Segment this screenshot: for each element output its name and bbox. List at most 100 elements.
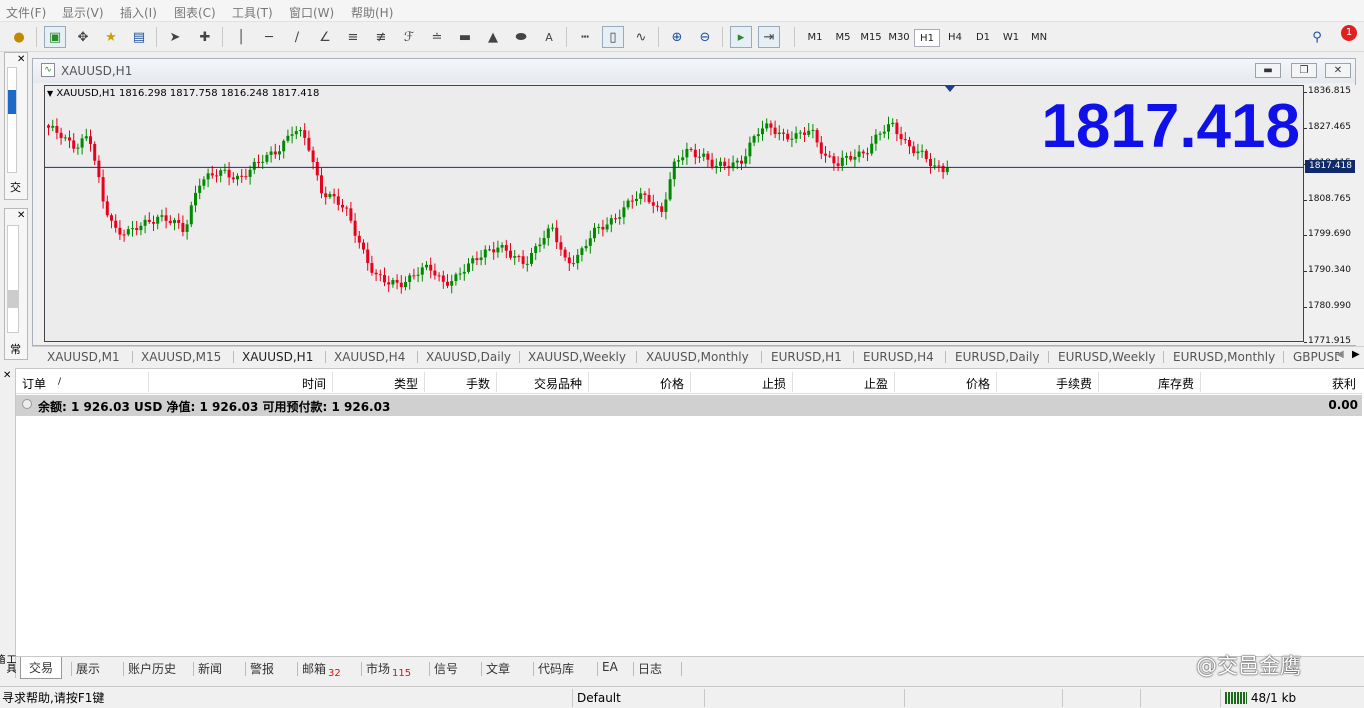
terminal-tab[interactable]: 日志	[638, 660, 662, 677]
crosshair-icon[interactable]: ✚	[194, 26, 216, 48]
terminal-tab[interactable]: 警报	[250, 660, 274, 677]
crosshair-move-icon[interactable]: ✥	[72, 26, 94, 48]
chart-tab[interactable]: GBPUSD	[1293, 350, 1339, 364]
zoom-out-icon[interactable]: ⊖	[694, 26, 716, 48]
triangle-icon[interactable]: ▲	[482, 26, 504, 48]
terminal-close-icon[interactable]: ✕	[3, 370, 11, 381]
close-button[interactable]: ✕	[1325, 63, 1351, 78]
line-chart-icon[interactable]: ∿	[630, 26, 652, 48]
timeframe-mn[interactable]: MN	[1026, 29, 1052, 47]
minimize-button[interactable]: ▬	[1255, 63, 1281, 78]
terminal-tab[interactable]: 账户历史	[128, 660, 176, 677]
col-price[interactable]: 价格	[660, 375, 684, 392]
angle-line-icon[interactable]: ∠	[314, 26, 336, 48]
new-order-icon[interactable]: ●	[8, 26, 30, 48]
terminal-tab[interactable]: 新闻	[198, 660, 222, 677]
fibo-fan-icon[interactable]: ℱ	[398, 26, 420, 48]
chart-shift-marker[interactable]	[945, 86, 955, 92]
chart-tab-active[interactable]: XAUUSD,H1	[242, 350, 313, 364]
timeframe-m5[interactable]: M5	[830, 29, 856, 47]
timeframe-h1[interactable]: H1	[914, 29, 940, 47]
col-sort[interactable]: /	[58, 377, 61, 387]
favorites-icon[interactable]: ★	[100, 26, 122, 48]
chart-shift-icon[interactable]: ⇥	[758, 26, 780, 48]
autoscroll-icon[interactable]: ▸	[730, 26, 752, 48]
col-tp[interactable]: 止盈	[864, 375, 888, 392]
chart-tab[interactable]: EURUSD,H1	[771, 350, 842, 364]
menu-view[interactable]: 显示(V)	[62, 4, 104, 21]
terminal-tab[interactable]: 展示	[76, 660, 100, 677]
col-commission[interactable]: 手续费	[1056, 375, 1092, 392]
search-icon[interactable]: ⚲	[1306, 26, 1328, 48]
dropdown-triangle-icon[interactable]: ▼	[47, 89, 53, 98]
chart-tab[interactable]: XAUUSD,Monthly	[646, 350, 749, 364]
menu-tools[interactable]: 工具(T)	[232, 4, 273, 21]
balance-row[interactable]: 余额: 1 926.03 USD 净值: 1 926.03 可用预付款: 1 9…	[16, 395, 1362, 416]
col-current-price[interactable]: 价格	[966, 375, 990, 392]
channel-icon[interactable]: ≡	[342, 26, 364, 48]
navigator-scrollbar[interactable]	[7, 67, 17, 173]
vertical-line-icon[interactable]: │	[230, 26, 252, 48]
chart-tab[interactable]: XAUUSD,Daily	[426, 350, 511, 364]
candlestick-icon[interactable]: ▯	[602, 26, 624, 48]
col-order[interactable]: 订单	[22, 375, 46, 392]
col-volume[interactable]: 手数	[466, 375, 490, 392]
menu-insert[interactable]: 插入(I)	[120, 4, 157, 21]
bar-chart-icon[interactable]: ┅	[574, 26, 596, 48]
terminal-tab[interactable]: 信号	[434, 660, 458, 677]
chart-tab[interactable]: XAUUSD,M15	[141, 350, 221, 364]
chart-tab[interactable]: XAUUSD,Weekly	[528, 350, 626, 364]
col-type[interactable]: 类型	[394, 375, 418, 392]
market-scrollbar[interactable]	[7, 225, 19, 333]
terminal-tab[interactable]: 交易	[20, 657, 63, 679]
col-profit[interactable]: 获利	[1332, 375, 1356, 392]
col-time[interactable]: 时间	[302, 375, 326, 392]
trendline-icon[interactable]: ∕	[286, 26, 308, 48]
zoom-in-icon[interactable]: ⊕	[666, 26, 688, 48]
chart-window-titlebar[interactable]: ∿ XAUUSD,H1 ▬ ❐ ✕	[33, 59, 1355, 83]
panel-close-icon[interactable]: ✕	[17, 210, 25, 221]
terminal-tab[interactable]: 市场 115	[366, 660, 411, 679]
col-swap[interactable]: 库存费	[1158, 375, 1194, 392]
timeframe-d1[interactable]: D1	[970, 29, 996, 47]
horizontal-line-icon[interactable]: ─	[258, 26, 280, 48]
menu-file[interactable]: 文件(F)	[6, 4, 46, 21]
menu-window[interactable]: 窗口(W)	[289, 4, 334, 21]
maximize-button[interactable]: ❐	[1291, 63, 1317, 78]
timeframe-h4[interactable]: H4	[942, 29, 968, 47]
timeframe-m1[interactable]: M1	[802, 29, 828, 47]
fibo-retracement-icon[interactable]: ≢	[370, 26, 392, 48]
terminal-tab[interactable]: 文章	[486, 660, 510, 677]
tab-scroll-left-icon[interactable]: ◀	[1336, 349, 1344, 360]
status-profile[interactable]: Default	[572, 689, 704, 707]
navigator-icon[interactable]: ▤	[128, 26, 150, 48]
terminal-tab[interactable]: EA	[602, 660, 618, 674]
menu-chart[interactable]: 图表(C)	[174, 4, 216, 21]
cursor-icon[interactable]: ➤	[164, 26, 186, 48]
chart-tab[interactable]: EURUSD,Monthly	[1173, 350, 1275, 364]
notification-bell-icon[interactable]: 1	[1334, 25, 1357, 48]
timeframe-w1[interactable]: W1	[998, 29, 1024, 47]
menu-help[interactable]: 帮助(H)	[351, 4, 393, 21]
chart-tab[interactable]: EURUSD,H4	[863, 350, 934, 364]
timeframe-m15[interactable]: M15	[858, 29, 884, 47]
chart-tab[interactable]: EURUSD,Daily	[955, 350, 1040, 364]
text-icon[interactable]: A	[538, 26, 560, 48]
terminal-tab[interactable]: 代码库	[538, 660, 574, 677]
panel-close-icon[interactable]: ✕	[17, 54, 25, 65]
chart-tab[interactable]: EURUSD,Weekly	[1058, 350, 1155, 364]
col-symbol[interactable]: 交易品种	[534, 375, 582, 392]
timeframe-m30[interactable]: M30	[886, 29, 912, 47]
terminal-tab[interactable]: 邮箱 32	[302, 660, 341, 679]
ellipse-icon[interactable]: ⬬	[510, 26, 532, 48]
chart-tab[interactable]: XAUUSD,H4	[334, 350, 405, 364]
rectangle-icon[interactable]: ▬	[454, 26, 476, 48]
new-chart-icon[interactable]: ▣	[44, 26, 66, 48]
col-sl[interactable]: 止损	[762, 375, 786, 392]
scrollbar-thumb[interactable]	[8, 90, 16, 114]
status-traffic[interactable]: 48/1 kb	[1220, 689, 1364, 707]
chart-tab[interactable]: XAUUSD,M1	[47, 350, 120, 364]
tab-scroll-right-icon[interactable]: ▶	[1352, 349, 1360, 360]
gann-icon[interactable]: ≐	[426, 26, 448, 48]
scrollbar-thumb[interactable]	[8, 290, 18, 308]
